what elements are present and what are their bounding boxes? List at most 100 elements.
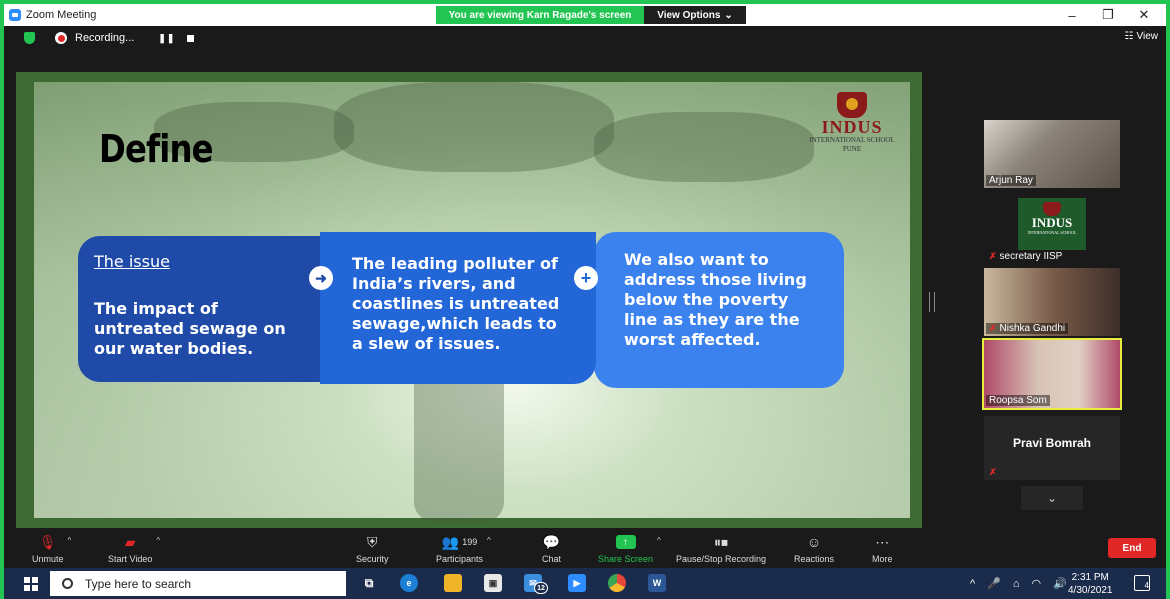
pause-stop-recording-button[interactable]: ⏸⏹ Pause/Stop Recording xyxy=(676,532,766,565)
poverty-card: We also want to address those living bel… xyxy=(594,232,844,388)
participant-name: ✗ secretary IISP xyxy=(989,251,1063,262)
caret-up-icon[interactable]: ^ xyxy=(487,536,491,545)
file-explorer-icon[interactable] xyxy=(444,574,462,592)
caret-up-icon[interactable]: ^ xyxy=(156,536,160,545)
windows-taskbar: Type here to search ⧉ e ▣ ✉ 12 ▶ W ^ 🎤 ⌂… xyxy=(4,568,1166,599)
school-logo: INDUS INTERNATIONAL SCHOOL PUNE xyxy=(790,92,914,154)
participant-name: Roopsa Som xyxy=(986,395,1050,406)
smiley-icon: ☺ xyxy=(806,534,822,550)
unmute-button[interactable]: 🎙 Unmute ^ xyxy=(32,532,71,565)
logo-line-2: PUNE xyxy=(842,145,862,153)
microphone-icon[interactable]: 🎤 xyxy=(987,577,1001,590)
security-button[interactable]: ⛨ Security xyxy=(356,532,389,565)
stop-recording-icon[interactable] xyxy=(187,34,195,42)
windows-start-icon[interactable] xyxy=(24,576,38,591)
chat-button[interactable]: 💬 Chat xyxy=(542,532,561,565)
slide-title: Define xyxy=(99,127,213,171)
caret-up-icon[interactable]: ^ xyxy=(68,536,72,545)
mic-muted-icon: ✗ xyxy=(989,467,997,477)
grid-icon: ☷ xyxy=(1124,31,1134,42)
zoom-window: Zoom Meeting You are viewing Karn Ragade… xyxy=(0,0,1170,599)
clock-time: 2:31 PM xyxy=(1071,572,1109,583)
view-layout-label: View xyxy=(1136,31,1159,42)
mic-muted-indicator: ✗ xyxy=(986,467,1000,478)
viewing-banner: You are viewing Karn Ragade's screen xyxy=(436,6,644,24)
panel-resize-handle[interactable] xyxy=(929,292,935,312)
taskbar-clock[interactable]: 2:31 PM 4/30/2021 xyxy=(1068,571,1113,597)
caret-up-icon[interactable]: ^ xyxy=(657,536,661,545)
polluter-body: The leading polluter of India’s rivers, … xyxy=(352,254,560,353)
ellipsis-icon: ⋯ xyxy=(875,533,890,550)
poverty-body: We also want to address those living bel… xyxy=(624,250,807,349)
logo-line-1: INTERNATIONAL SCHOOL xyxy=(809,136,895,144)
start-video-button[interactable]: ▰ Start Video ^ xyxy=(108,532,160,565)
plus-icon: + xyxy=(574,266,598,290)
participants-count: 199 xyxy=(462,537,478,547)
search-placeholder: Type here to search xyxy=(85,576,192,591)
issue-card: The issue The impact of untreated sewage… xyxy=(78,236,328,382)
notification-icon[interactable]: 4 xyxy=(1134,575,1150,591)
title-bar: Zoom Meeting You are viewing Karn Ragade… xyxy=(4,4,1166,26)
scroll-down-button[interactable]: ⌄ xyxy=(1021,486,1083,510)
school-logo-avatar: INDUS INTERNATIONAL SCHOOL xyxy=(1018,198,1086,250)
participant-tile[interactable]: Arjun Ray xyxy=(984,120,1120,188)
mic-muted-icon: 🎙 xyxy=(38,533,57,550)
more-button[interactable]: ⋯ More xyxy=(872,532,893,565)
shield-icon: ⛨ xyxy=(367,533,378,550)
network-icon[interactable]: ⌂ xyxy=(1013,578,1020,590)
view-options-button[interactable]: View Options ⌄ xyxy=(644,6,746,24)
reactions-button[interactable]: ☺ Reactions xyxy=(794,532,834,564)
chevron-down-icon: ⌄ xyxy=(724,9,733,21)
chrome-icon[interactable] xyxy=(608,574,626,592)
participant-tile[interactable]: Pravi Bomrah ✗ xyxy=(984,416,1120,480)
mail-badge: 12 xyxy=(534,582,548,594)
participant-name: Pravi Bomrah xyxy=(1012,436,1092,450)
chat-icon: 💬 xyxy=(542,533,561,550)
participants-button[interactable]: 👥 199 Participants ^ xyxy=(436,532,491,565)
pause-recording-icon[interactable]: ❚❚ xyxy=(158,33,175,44)
chevron-up-icon[interactable]: ^ xyxy=(970,578,975,590)
logo-name: INDUS xyxy=(821,117,883,137)
encryption-shield-icon[interactable] xyxy=(24,32,35,44)
word-icon[interactable]: W xyxy=(648,574,666,592)
volume-icon[interactable]: 🔊 xyxy=(1053,577,1067,590)
recording-bar: Recording... ❚❚ ☷ View xyxy=(4,26,1166,50)
participant-tile-active-speaker[interactable]: Roopsa Som xyxy=(982,338,1122,410)
view-layout-button[interactable]: ☷ View xyxy=(1125,31,1158,42)
wifi-icon[interactable]: ◠ xyxy=(1032,577,1042,590)
school-emblem-icon xyxy=(837,92,867,118)
taskbar-search-input[interactable]: Type here to search xyxy=(50,571,346,596)
recording-label: Recording... xyxy=(75,32,135,44)
chevron-down-icon: ⌄ xyxy=(1046,491,1058,505)
issue-body: The impact of untreated sewage on our wa… xyxy=(94,299,286,358)
pause-stop-icon: ⏸⏹ xyxy=(714,533,729,550)
zoom-taskbar-icon[interactable]: ▶ xyxy=(568,574,586,592)
mic-muted-icon: ✗ xyxy=(989,323,997,333)
mic-muted-icon: ✗ xyxy=(989,251,997,261)
restore-button[interactable]: ❐ xyxy=(1090,4,1126,26)
presentation-slide: Define INDUS INTERNATIONAL SCHOOL PUNE T… xyxy=(34,82,910,522)
polluter-card: The leading polluter of India’s rivers, … xyxy=(320,232,596,384)
participant-name: Arjun Ray xyxy=(986,175,1036,186)
window-title: Zoom Meeting xyxy=(26,9,97,21)
close-button[interactable]: ✕ xyxy=(1126,4,1162,26)
task-view-icon[interactable]: ⧉ xyxy=(360,574,378,592)
participant-tile[interactable]: ✗ Nishka Gandhi xyxy=(984,268,1120,336)
participants-icon: 👥 199 xyxy=(441,533,478,550)
end-meeting-button[interactable]: End xyxy=(1108,538,1156,558)
arrow-right-icon: ➜ xyxy=(309,266,333,290)
meeting-toolbar: 🎙 Unmute ^ ▰ Start Video ^ ⛨ Security 👥 1… xyxy=(4,528,1166,568)
minimize-button[interactable]: – xyxy=(1054,4,1090,26)
store-icon[interactable]: ▣ xyxy=(484,574,502,592)
view-options-label: View Options xyxy=(657,9,721,21)
video-off-icon: ▰ xyxy=(124,533,136,550)
notification-count: 4 xyxy=(1144,581,1149,590)
issue-heading: The issue xyxy=(94,252,170,271)
edge-icon[interactable]: e xyxy=(400,574,418,592)
share-screen-icon: ↑ xyxy=(615,535,636,549)
system-tray: ^ 🎤 ⌂ ◠ 🔊 xyxy=(970,568,1067,599)
zoom-app-icon xyxy=(9,9,21,21)
recording-icon xyxy=(55,32,67,44)
participant-tile[interactable]: INDUS INTERNATIONAL SCHOOL ✗ secretary II… xyxy=(984,196,1120,264)
share-screen-button[interactable]: ↑ Share Screen ^ xyxy=(598,532,661,564)
